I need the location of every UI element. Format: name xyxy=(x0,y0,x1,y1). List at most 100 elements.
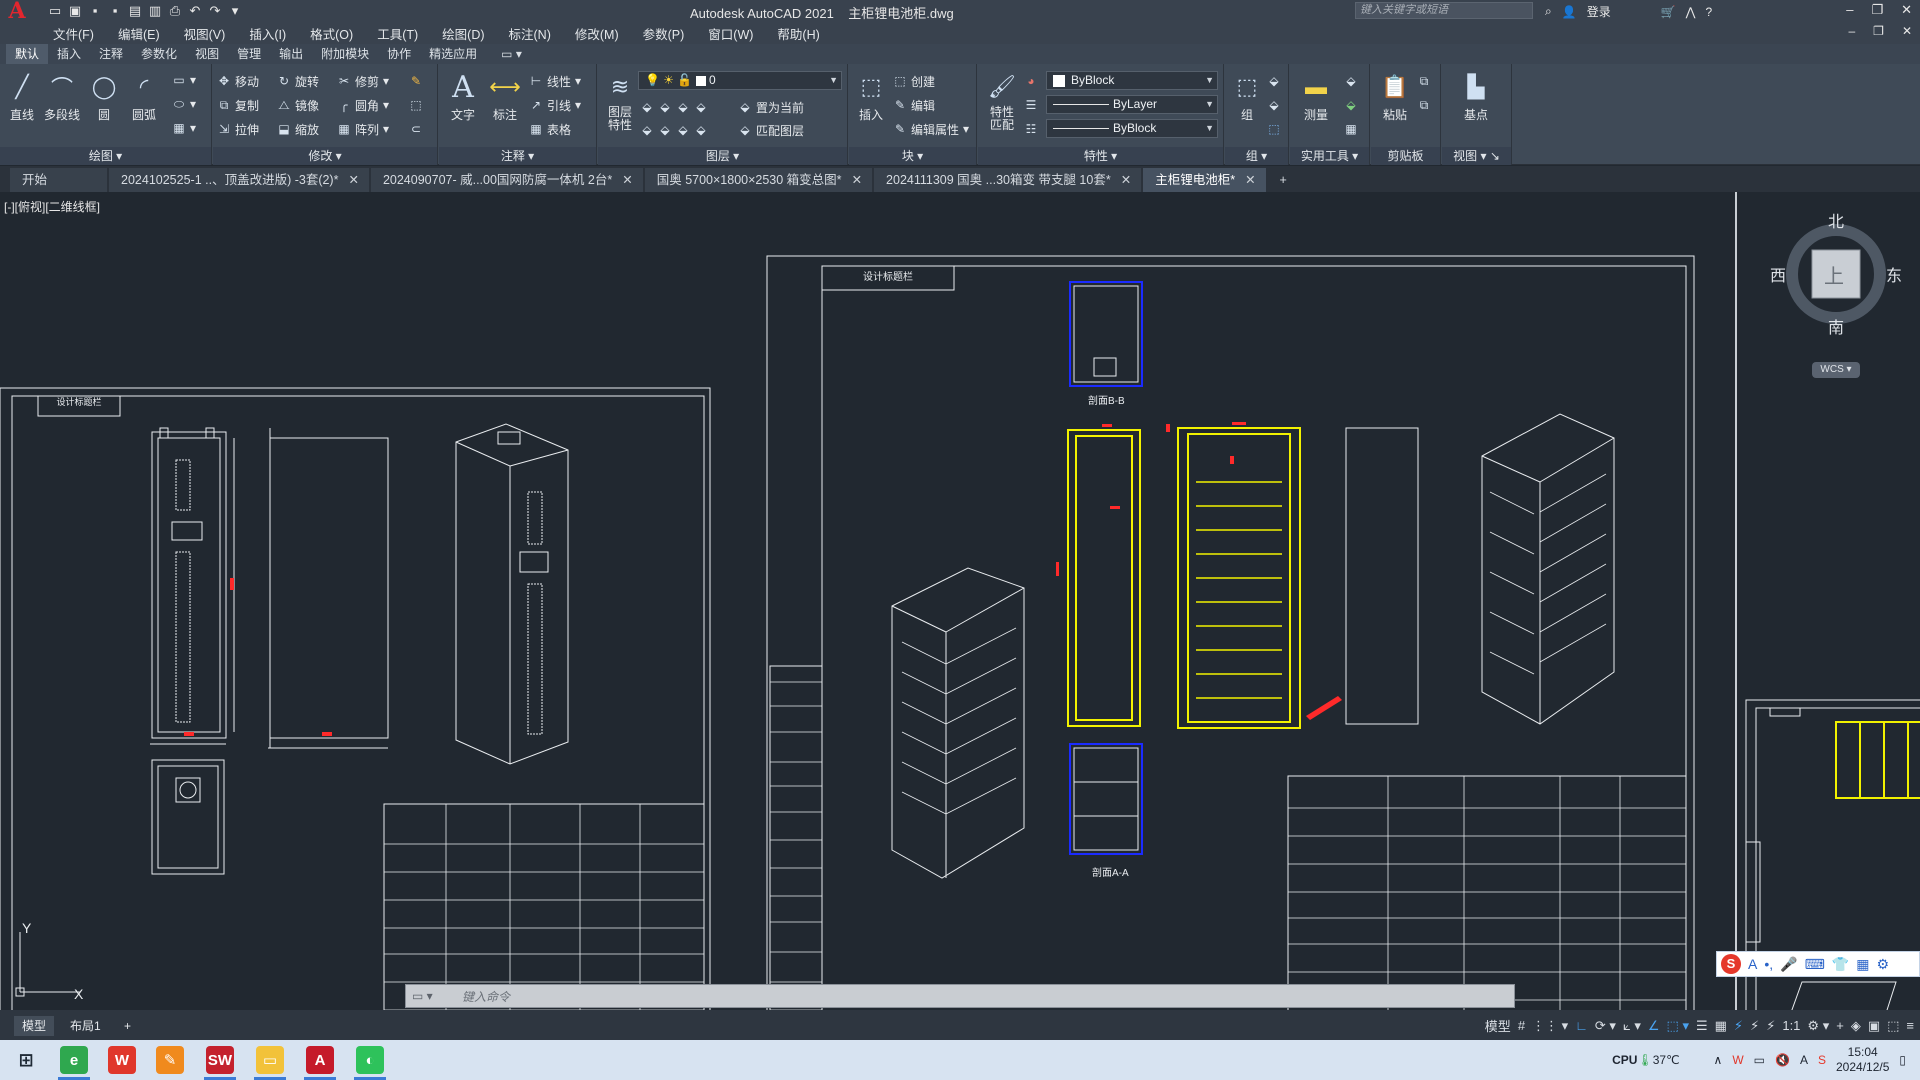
ribbon-tab-addins[interactable]: 附加模块 xyxy=(312,44,378,64)
color-dropdown[interactable]: ByBlock ▼ xyxy=(1046,71,1218,90)
ribbon-tab-insert[interactable]: 插入 xyxy=(48,44,90,64)
paste-button[interactable]: 📋 粘贴 xyxy=(1375,70,1415,123)
edit-attributes-button[interactable]: ✎ 编辑属性 ▾ xyxy=(893,119,969,139)
doc-tab-1[interactable]: 2024102525-1 ..、顶盖改进版) -3套(2)* ✕ xyxy=(109,168,369,192)
new-tab-button[interactable]: + xyxy=(1268,168,1297,192)
tray-wps-icon[interactable]: W xyxy=(1732,1053,1743,1067)
annotation-visibility-icon[interactable]: ⚡ xyxy=(1734,1018,1743,1034)
group-button[interactable]: ⬚ 组 xyxy=(1227,70,1267,123)
match-layer-button[interactable]: ⬙ 匹配图层 xyxy=(738,120,804,140)
cut-button[interactable]: ⧉ xyxy=(1417,95,1431,115)
array-button[interactable]: ▦ 阵列 ▾ xyxy=(337,119,389,139)
lineweight-icon-button[interactable]: ☷ xyxy=(1024,119,1038,139)
wechat-icon[interactable]: ◐ xyxy=(356,1046,384,1074)
linetype-dropdown[interactable]: ByLayer ▼ xyxy=(1046,95,1218,114)
lineweight-dropdown[interactable]: ByBlock ▼ xyxy=(1046,119,1218,138)
insert-block-button[interactable]: ⬚ 插入 xyxy=(851,70,891,123)
layout1-tab[interactable]: 布局1 xyxy=(62,1016,109,1036)
menu-help[interactable]: 帮助(H) xyxy=(777,24,819,43)
doc-tab-start[interactable]: 开始 xyxy=(10,168,108,192)
doc-close-icon[interactable]: ✕ xyxy=(1902,24,1912,38)
notifications-icon[interactable]: ▯ xyxy=(1899,1053,1906,1067)
publish-icon[interactable]: ▥ xyxy=(148,4,162,18)
settings-gear-icon[interactable]: ⚙ ▾ xyxy=(1807,1018,1829,1034)
compass-east[interactable]: 东 xyxy=(1886,262,1902,286)
ribbon-tab-featured-apps[interactable]: 精选应用 xyxy=(420,44,486,64)
model-layout-tab[interactable]: 模型 xyxy=(14,1016,55,1036)
ribbon-tab-output[interactable]: 输出 xyxy=(270,44,312,64)
plus-icon[interactable]: + xyxy=(1836,1018,1844,1033)
menu-view[interactable]: 视图(V) xyxy=(184,24,226,43)
move-button[interactable]: ✥ 移动 xyxy=(217,71,259,91)
search-icon[interactable]: ⌕ xyxy=(1545,4,1552,19)
file-explorer-icon[interactable]: ▭ xyxy=(256,1046,284,1074)
draw-panel-title[interactable]: 绘图 ▾ xyxy=(0,147,211,165)
ribbon-tab-home[interactable]: 默认 xyxy=(6,44,49,64)
groups-panel-title[interactable]: 组 ▾ xyxy=(1225,147,1288,165)
ime-keyboard-icon[interactable]: ⌨ xyxy=(1805,956,1825,973)
tray-expand-icon[interactable]: ∧ xyxy=(1714,1053,1723,1067)
compass-north[interactable]: 北 xyxy=(1828,208,1844,232)
ribbon-minimize-toggle[interactable]: ▭ ▾ xyxy=(492,44,531,64)
help-icon[interactable]: ? xyxy=(1706,5,1713,19)
cart-icon[interactable]: 🛒 xyxy=(1661,5,1676,19)
make-current-button[interactable]: ⬙ 置为当前 xyxy=(738,97,804,117)
compass-west[interactable]: 西 xyxy=(1770,262,1786,286)
group-edit-button[interactable]: ⬙ xyxy=(1267,95,1281,115)
scale-button[interactable]: ⬓ 缩放 xyxy=(277,119,319,139)
a360-icon[interactable]: ⋀ xyxy=(1686,5,1696,19)
cpu-temp-widget[interactable]: CPU🌡37℃ xyxy=(1612,1053,1679,1067)
command-input[interactable]: ▭ ▾ 键入命令 xyxy=(405,984,1515,1008)
viewcube[interactable]: 北 南 西 东 上 xyxy=(1770,214,1902,337)
redo-icon[interactable]: ↷ xyxy=(208,4,222,18)
close-tab-icon[interactable]: ✕ xyxy=(348,168,358,192)
login-link[interactable]: 登录 xyxy=(1587,3,1611,20)
modify-panel-title[interactable]: 修改 ▾ xyxy=(213,147,437,165)
ime-skin-icon[interactable]: 👕 xyxy=(1832,956,1849,973)
layer-tools-row2[interactable]: ⬙ ⬙ ⬙ ⬙ xyxy=(640,120,708,140)
leader-button[interactable]: ↗ 引线 ▾ xyxy=(529,95,581,115)
open-file-icon[interactable]: ▣ xyxy=(68,4,82,18)
ime-mode-icon[interactable]: A xyxy=(1748,956,1757,972)
object-snap-icon[interactable]: ⬚ ▾ xyxy=(1667,1018,1689,1034)
ime-toolbox-icon[interactable]: ▦ xyxy=(1856,956,1869,973)
solidworks-icon[interactable]: SW xyxy=(206,1046,234,1074)
wps-icon[interactable]: W xyxy=(108,1046,136,1074)
isodraft-icon[interactable]: ⟀ ▾ xyxy=(1623,1018,1641,1034)
offset-button[interactable]: ⊂ xyxy=(409,119,423,139)
rectangle-tool[interactable]: ▭ ▾ xyxy=(172,70,196,90)
dimension-button[interactable]: ⟷ 标注 xyxy=(485,70,525,123)
rotate-button[interactable]: ↻ 旋转 xyxy=(277,71,319,91)
explode-button[interactable]: ⬚ xyxy=(409,95,423,115)
new-file-icon[interactable]: ▭ xyxy=(48,4,62,18)
menu-dimension[interactable]: 标注(N) xyxy=(509,24,551,43)
create-block-button[interactable]: ⬚ 创建 xyxy=(893,71,935,91)
clipboard-panel-title[interactable]: 剪贴板 xyxy=(1371,147,1440,165)
close-icon[interactable]: ✕ xyxy=(1901,2,1912,18)
properties-panel-title[interactable]: 特性 ▾ xyxy=(978,147,1223,165)
ime-settings-icon[interactable]: ⚙ xyxy=(1876,956,1889,973)
restore-icon[interactable]: ❐ xyxy=(1871,2,1883,18)
ortho-icon[interactable]: ∟ xyxy=(1575,1018,1588,1033)
mirror-button[interactable]: ⧍ 镜像 xyxy=(277,95,319,115)
match-properties-button[interactable]: 🖌 特性 匹配 xyxy=(982,70,1022,132)
linear-dim-button[interactable]: ⊢ 线性 ▾ xyxy=(529,71,581,91)
save-icon[interactable]: ▪ xyxy=(88,4,102,18)
stretch-button[interactable]: ⇲ 拉伸 xyxy=(217,119,259,139)
hardware-acceleration-icon[interactable]: ▣ xyxy=(1868,1018,1880,1034)
calculator-button[interactable]: ▦ xyxy=(1344,119,1358,139)
ribbon-tab-manage[interactable]: 管理 xyxy=(228,44,270,64)
user-icon[interactable]: 👤 xyxy=(1562,5,1577,19)
block-panel-title[interactable]: 块 ▾ xyxy=(849,147,976,165)
menu-window[interactable]: 窗口(W) xyxy=(708,24,753,43)
group-select-button[interactable]: ⬚ xyxy=(1267,119,1281,139)
plot-preview-icon[interactable]: ▤ xyxy=(128,4,142,18)
viewport-divider[interactable] xyxy=(1735,192,1737,1012)
grid-icon[interactable]: # xyxy=(1518,1018,1525,1033)
add-layout-button[interactable]: + xyxy=(116,1016,139,1036)
select-all-button[interactable]: ⬙ xyxy=(1344,95,1358,115)
menu-edit[interactable]: 编辑(E) xyxy=(118,24,160,43)
notes-app-icon[interactable]: ✎ xyxy=(156,1046,184,1074)
auto-scale-icon[interactable]: ⚡ xyxy=(1750,1018,1759,1034)
polyline-button[interactable]: ⌒ 多段线 xyxy=(42,70,82,123)
